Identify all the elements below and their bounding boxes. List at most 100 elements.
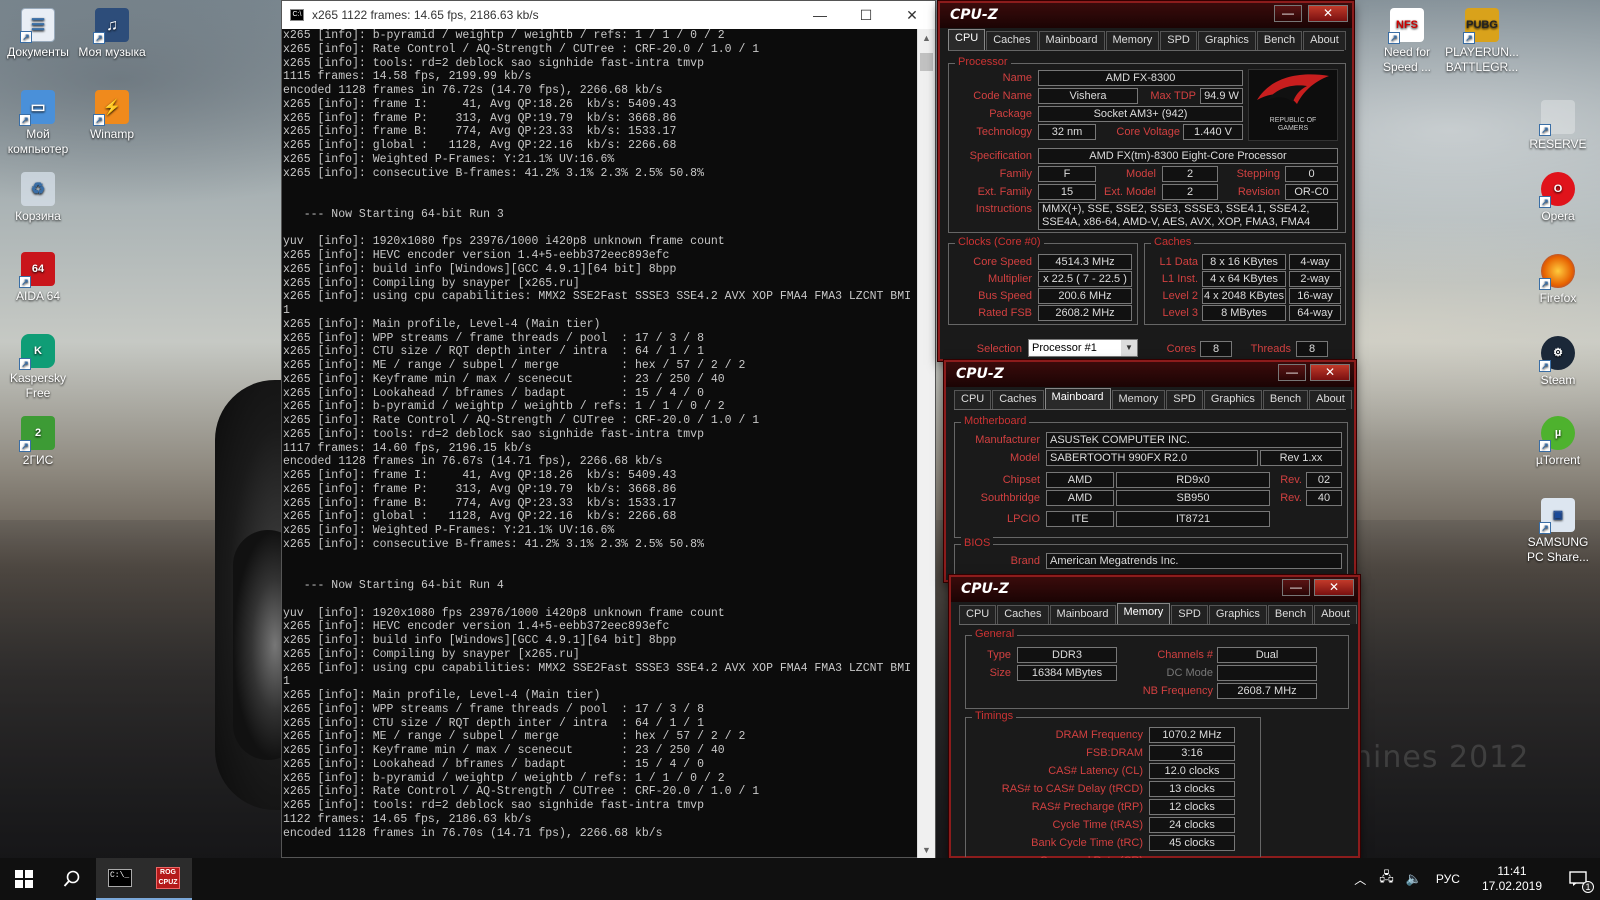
instructions-value: MMX(+), SSE, SSE2, SSE3, SSSE3, SSE4.1, … xyxy=(1038,202,1338,230)
processor-select[interactable]: Processor #1 ▼ xyxy=(1028,339,1138,357)
tab-mainboard[interactable]: Mainboard xyxy=(1049,605,1116,624)
tab-spd[interactable]: SPD xyxy=(1160,31,1197,50)
desktop-icon-documents[interactable]: ☰ ↗ Документы xyxy=(0,8,76,60)
tray-chevron-icon[interactable]: ︿ xyxy=(1347,871,1373,888)
mb-model-value: SABERTOOTH 990FX R2.0 xyxy=(1046,450,1258,466)
tab-cpu[interactable]: CPU xyxy=(959,605,997,624)
desktop-icon-label: AIDA 64 xyxy=(15,289,61,303)
model-value: 2 xyxy=(1162,166,1218,182)
desktop-icon-pubg[interactable]: PUBG ↗ PLAYERUN... BATTLEGR... xyxy=(1444,8,1520,75)
tab-caches[interactable]: Caches xyxy=(997,605,1049,624)
l3-value: 8 MBytes xyxy=(1202,305,1286,321)
spec-label: Specification xyxy=(969,150,1032,162)
scroll-up-icon[interactable]: ▲ xyxy=(918,29,935,47)
tab-graphics[interactable]: Graphics xyxy=(1208,605,1267,624)
close-button[interactable]: ✕ xyxy=(1314,579,1354,596)
technology-value: 32 nm xyxy=(1038,124,1096,140)
timing-label: DRAM Frequency xyxy=(1055,729,1143,741)
network-icon[interactable]: 🖧 xyxy=(1373,868,1400,890)
desktop-icon-computer[interactable]: ▭ ↗ Мой компьютер xyxy=(0,90,76,157)
tab-graphics[interactable]: Graphics xyxy=(1197,31,1256,50)
desktop-icon-utorrent[interactable]: µ ↗ µTorrent xyxy=(1520,416,1596,468)
clock[interactable]: 11:41 17.02.2019 xyxy=(1468,864,1556,894)
cpuz-titlebar[interactable]: CPU-Z — ✕ xyxy=(951,577,1358,602)
start-button[interactable] xyxy=(0,858,48,900)
tab-about[interactable]: About xyxy=(1314,605,1357,624)
timing-label: RAS# to CAS# Delay (tRCD) xyxy=(1001,783,1143,795)
cpuz-cpu-window[interactable]: CPU-Z — ✕ CPU Caches Mainboard Memory SP… xyxy=(938,1,1354,361)
tab-about[interactable]: About xyxy=(1303,31,1346,50)
tab-bench[interactable]: Bench xyxy=(1267,605,1314,624)
console-window[interactable]: C:\ x265 1122 frames: 14.65 fps, 2186.63… xyxy=(281,0,936,859)
notifications-button[interactable]: 1 xyxy=(1556,858,1600,900)
desktop-icon-reserve[interactable]: ↗ RESERVE xyxy=(1520,100,1596,152)
selection-label: Selection xyxy=(976,343,1022,355)
scroll-thumb[interactable] xyxy=(920,53,933,71)
lpcio-label: LPCIO xyxy=(1006,513,1040,525)
desktop-icon-nfs[interactable]: NFS ↗ Need for Speed ... xyxy=(1369,8,1445,75)
desktop-icon-samsung[interactable]: ▣ ↗ SAMSUNG PC Share... xyxy=(1520,498,1596,565)
type-label: Type xyxy=(987,649,1011,661)
console-titlebar[interactable]: C:\ x265 1122 frames: 14.65 fps, 2186.63… xyxy=(282,1,935,29)
cpuz-titlebar[interactable]: CPU-Z — ✕ xyxy=(946,362,1354,387)
tab-spd[interactable]: SPD xyxy=(1171,605,1208,624)
desktop-icon-recycle-bin[interactable]: ♻ Корзина xyxy=(0,172,76,224)
tab-bench[interactable]: Bench xyxy=(1256,31,1303,50)
tab-bench[interactable]: Bench xyxy=(1262,390,1309,409)
console-output[interactable]: x265 [info]: b-pyramid / weightp / weigh… xyxy=(282,29,918,859)
desktop-icon-steam[interactable]: ⚙ ↗ Steam xyxy=(1520,336,1596,388)
desktop-icon-winamp[interactable]: ⚡ ↗ Winamp xyxy=(74,90,150,142)
desktop-icon-music[interactable]: ♫ ↗ Моя музыка xyxy=(74,8,150,60)
tab-caches[interactable]: Caches xyxy=(986,31,1038,50)
tab-cpu[interactable]: CPU xyxy=(948,29,986,50)
tab-cpu[interactable]: CPU xyxy=(954,390,992,409)
clock-time: 11:41 xyxy=(1497,864,1527,878)
tab-memory[interactable]: Memory xyxy=(1116,603,1171,624)
taskbar: C:\_ ROG CPUZ ︿ 🖧 🔈 РУС 11:41 17.02.2019 … xyxy=(0,858,1600,900)
desktop-icon-aida64[interactable]: 64 ↗ AIDA 64 xyxy=(0,252,76,304)
tab-about[interactable]: About xyxy=(1309,390,1352,409)
desktop-icon-2gis[interactable]: 2 ↗ 2ГИС xyxy=(0,416,76,468)
extfamily-value: 15 xyxy=(1038,184,1096,200)
close-button[interactable]: ✕ xyxy=(1310,364,1350,381)
desktop-icon-firefox[interactable]: ↗ Firefox xyxy=(1520,254,1596,306)
close-button[interactable]: ✕ xyxy=(1308,5,1348,22)
nfs-icon: NFS ↗ xyxy=(1388,8,1424,44)
minimize-button[interactable]: — xyxy=(1274,5,1302,22)
desktop-icon-opera[interactable]: O ↗ Opera xyxy=(1520,172,1596,224)
cpuz-titlebar[interactable]: CPU-Z — ✕ xyxy=(940,3,1352,28)
wallpaper-watermark: nines 2012 xyxy=(1353,740,1530,775)
nbfreq-label: NB Frequency xyxy=(1142,685,1213,697)
tab-mainboard[interactable]: Mainboard xyxy=(1038,31,1105,50)
minimize-button[interactable]: — xyxy=(1282,579,1310,596)
desktop-icon-label: Корзина xyxy=(15,209,61,223)
desktop-icon-kaspersky[interactable]: K ↗ Kaspersky Free xyxy=(0,334,76,401)
volume-icon[interactable]: 🔈 xyxy=(1400,871,1428,887)
tab-caches[interactable]: Caches xyxy=(992,390,1044,409)
minimize-button[interactable]: — xyxy=(1278,364,1306,381)
taskbar-cpuz[interactable]: ROG CPUZ xyxy=(144,858,192,900)
extfamily-label: Ext. Family xyxy=(977,186,1032,198)
winamp-icon: ⚡ ↗ xyxy=(93,90,129,126)
minimize-button[interactable]: — xyxy=(797,1,843,29)
tab-memory[interactable]: Memory xyxy=(1111,390,1166,409)
console-scrollbar[interactable]: ▲ ▼ xyxy=(917,29,935,859)
timing-value: 13 clocks xyxy=(1149,781,1235,797)
language-indicator[interactable]: РУС xyxy=(1428,872,1468,886)
corespeed-value: 4514.3 MHz xyxy=(1038,254,1132,270)
close-button[interactable]: ✕ xyxy=(889,1,935,29)
maximize-button[interactable]: ☐ xyxy=(843,1,889,29)
cpuz-mainboard-window[interactable]: CPU-Z — ✕ CPU Caches Mainboard Memory SP… xyxy=(944,360,1356,584)
tab-memory[interactable]: Memory xyxy=(1105,31,1160,50)
l3-way: 64-way xyxy=(1289,305,1341,321)
desktop-icon-label: PLAYERUN... BATTLEGR... xyxy=(1445,45,1519,74)
search-button[interactable] xyxy=(48,858,96,900)
tab-spd[interactable]: SPD xyxy=(1166,390,1203,409)
recycle-bin-icon: ♻ xyxy=(21,172,55,206)
taskbar-console[interactable]: C:\_ xyxy=(96,858,144,900)
tab-graphics[interactable]: Graphics xyxy=(1203,390,1262,409)
cpuz-memory-window[interactable]: CPU-Z — ✕ CPU Caches Mainboard Memory SP… xyxy=(949,575,1360,859)
scroll-down-icon[interactable]: ▼ xyxy=(918,841,935,859)
tab-mainboard[interactable]: Mainboard xyxy=(1044,388,1111,409)
package-label: Package xyxy=(989,108,1032,120)
